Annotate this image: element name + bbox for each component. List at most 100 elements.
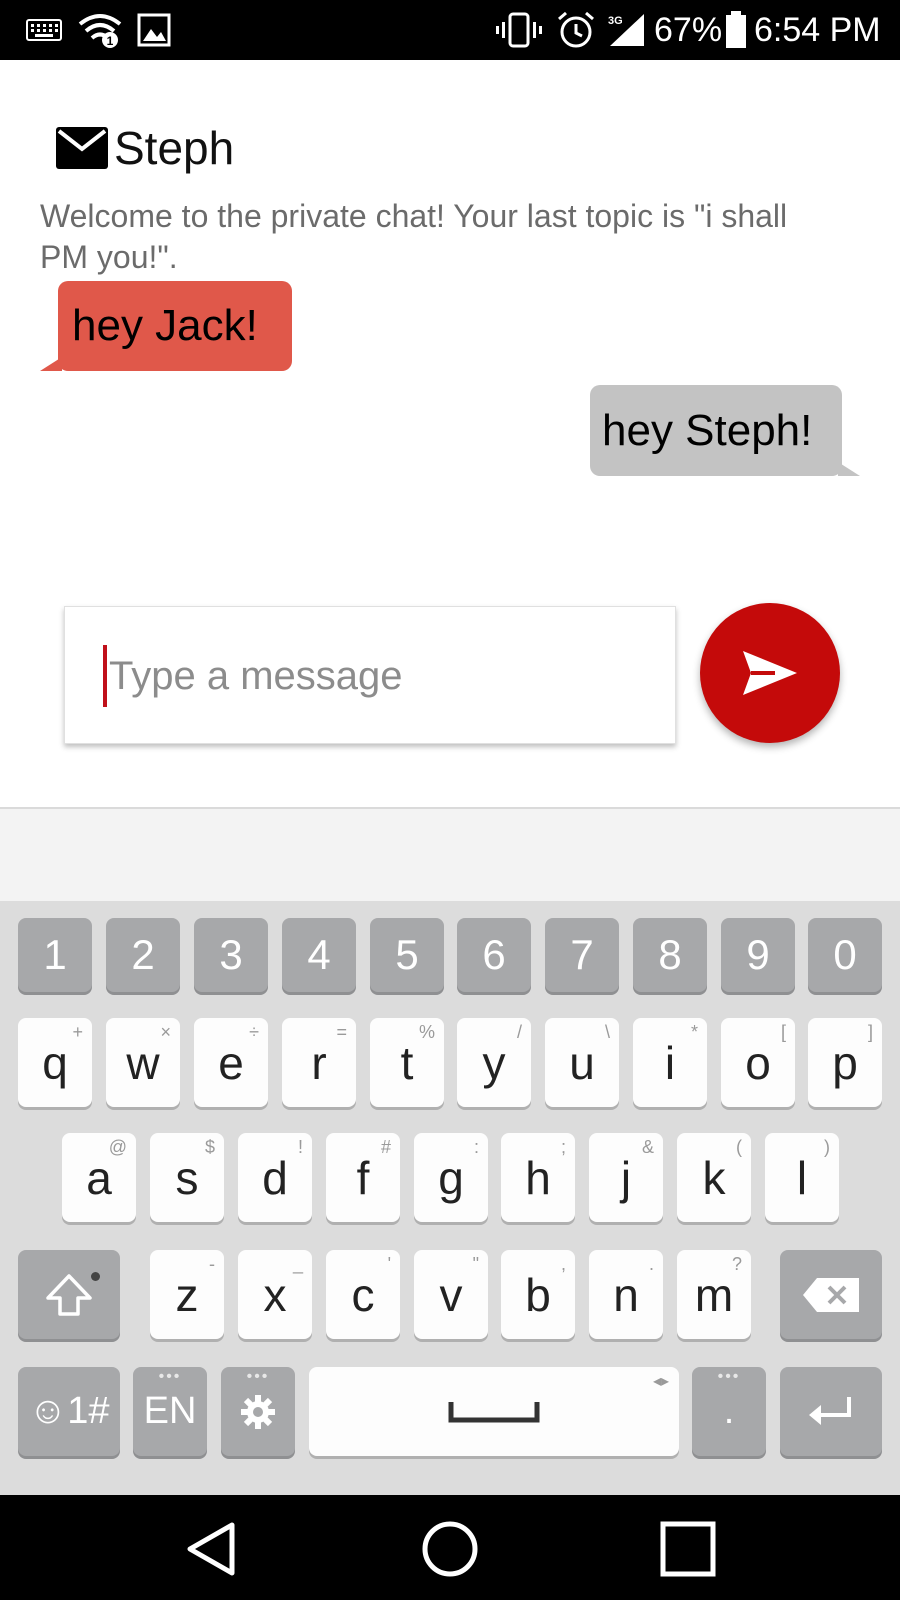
message-bubble-outgoing[interactable]: hey Steph!	[590, 385, 860, 476]
settings-key[interactable]: •••	[221, 1367, 295, 1456]
key-k[interactable]: (k	[677, 1133, 751, 1222]
key-p[interactable]: ] p	[808, 1018, 882, 1107]
key-label: c	[351, 1268, 375, 1321]
key-1[interactable]: 1	[18, 918, 92, 992]
key-secondary: *	[690, 1022, 698, 1042]
key-h[interactable]: ; h	[501, 1133, 575, 1222]
backspace-key[interactable]	[780, 1250, 882, 1339]
key-label: a	[86, 1151, 112, 1204]
key-6[interactable]: 6	[457, 918, 531, 992]
key-label: EN	[143, 1390, 197, 1432]
key-label: 8	[658, 931, 682, 978]
key-2[interactable]: 2	[106, 918, 180, 992]
key-secondary: \	[604, 1022, 610, 1042]
chat-title: Steph	[114, 122, 235, 174]
key-e[interactable]: ÷ e	[194, 1018, 268, 1107]
key-r[interactable]: = r	[282, 1018, 356, 1107]
shift-key[interactable]	[18, 1250, 120, 1339]
key-v[interactable]: " v	[414, 1250, 488, 1339]
key-secondary: @	[108, 1137, 127, 1157]
key-secondary: ?	[731, 1254, 742, 1274]
send-button[interactable]	[700, 603, 840, 743]
chat-header: Steph	[56, 118, 234, 178]
space-key[interactable]: ◂▸	[309, 1367, 679, 1456]
key-label: q	[42, 1036, 68, 1089]
key-l[interactable]: ) l	[765, 1133, 839, 1222]
key-label: r	[311, 1036, 327, 1089]
language-key[interactable]: ••• EN	[133, 1367, 207, 1456]
backspace-icon	[803, 1277, 859, 1312]
key-7[interactable]: 7	[545, 918, 619, 992]
key-u[interactable]: \ u	[545, 1018, 619, 1107]
period-key[interactable]: •••.	[692, 1367, 766, 1456]
home-icon	[422, 1521, 478, 1577]
key-f[interactable]: # f	[326, 1133, 400, 1222]
message-bubble-incoming[interactable]: hey Jack!	[40, 281, 292, 371]
key-label: d	[262, 1151, 288, 1204]
network-type-label: 3G	[608, 15, 623, 27]
wifi-icon: 1	[78, 12, 122, 48]
long-press-dots: •••	[717, 1368, 741, 1385]
alarm-icon	[556, 11, 596, 48]
navigation-bar	[0, 1495, 900, 1600]
message-composer[interactable]	[64, 606, 676, 744]
key-o[interactable]: [o	[721, 1018, 795, 1107]
key-q[interactable]: + q	[18, 1018, 92, 1107]
key-i[interactable]: * i	[633, 1018, 707, 1107]
key-0[interactable]: 0	[808, 918, 882, 992]
gear-icon	[241, 1394, 275, 1429]
key-label: v	[439, 1268, 463, 1321]
key-label: ☺1#	[28, 1390, 110, 1432]
key-c[interactable]: ' c	[326, 1250, 400, 1339]
shift-indicator	[91, 1272, 100, 1281]
key-secondary: _	[292, 1254, 303, 1274]
key-label: m	[694, 1268, 734, 1321]
key-secondary: ×	[160, 1022, 171, 1042]
key-label: g	[438, 1151, 464, 1204]
vibrate-icon	[496, 12, 542, 48]
key-n[interactable]: .n	[589, 1250, 663, 1339]
key-d[interactable]: ! d	[238, 1133, 312, 1222]
key-j[interactable]: & j	[589, 1133, 663, 1222]
signal-icon: 3G	[606, 12, 646, 48]
enter-key[interactable]	[780, 1367, 882, 1456]
message-input[interactable]	[109, 637, 649, 715]
key-t[interactable]: % t	[370, 1018, 444, 1107]
key-8[interactable]: 8	[633, 918, 707, 992]
keyboard: 1 2 3 4 5 6 7 8 9 0 + q × w ÷ e = r % t / y \ u…	[0, 901, 900, 1495]
home-button[interactable]	[410, 1509, 490, 1589]
message-text: hey Steph!	[602, 405, 813, 455]
symbols-key[interactable]: ☺1#	[18, 1367, 120, 1456]
svg-text:1: 1	[107, 34, 114, 48]
key-b[interactable]: ,b	[501, 1250, 575, 1339]
key-label: e	[218, 1036, 244, 1089]
space-icon	[448, 1401, 540, 1422]
key-label: 6	[482, 931, 506, 978]
key-z[interactable]: -z	[150, 1250, 224, 1339]
key-secondary: "	[472, 1254, 479, 1274]
key-s[interactable]: $ s	[150, 1133, 224, 1222]
key-label: 3	[219, 931, 243, 978]
bubble-tail	[40, 357, 62, 371]
key-label: y	[482, 1036, 506, 1089]
shift-icon	[46, 1273, 92, 1316]
welcome-message: Welcome to the private chat! Your last t…	[40, 198, 788, 275]
key-m[interactable]: ? m	[677, 1250, 751, 1339]
key-secondary: #	[380, 1137, 391, 1157]
key-label: s	[175, 1151, 199, 1204]
key-5[interactable]: 5	[370, 918, 444, 992]
key-label: l	[796, 1151, 808, 1204]
key-3[interactable]: 3	[194, 918, 268, 992]
key-4[interactable]: 4	[282, 918, 356, 992]
key-label: n	[613, 1268, 639, 1321]
key-a[interactable]: @ a	[62, 1133, 136, 1222]
back-button[interactable]	[172, 1509, 252, 1589]
text-cursor	[103, 645, 107, 707]
key-g[interactable]: :g	[414, 1133, 488, 1222]
key-9[interactable]: 9	[721, 918, 795, 992]
back-icon	[187, 1522, 235, 1576]
recents-button[interactable]	[648, 1509, 728, 1589]
key-x[interactable]: _ x	[238, 1250, 312, 1339]
key-y[interactable]: / y	[457, 1018, 531, 1107]
key-w[interactable]: × w	[106, 1018, 180, 1107]
